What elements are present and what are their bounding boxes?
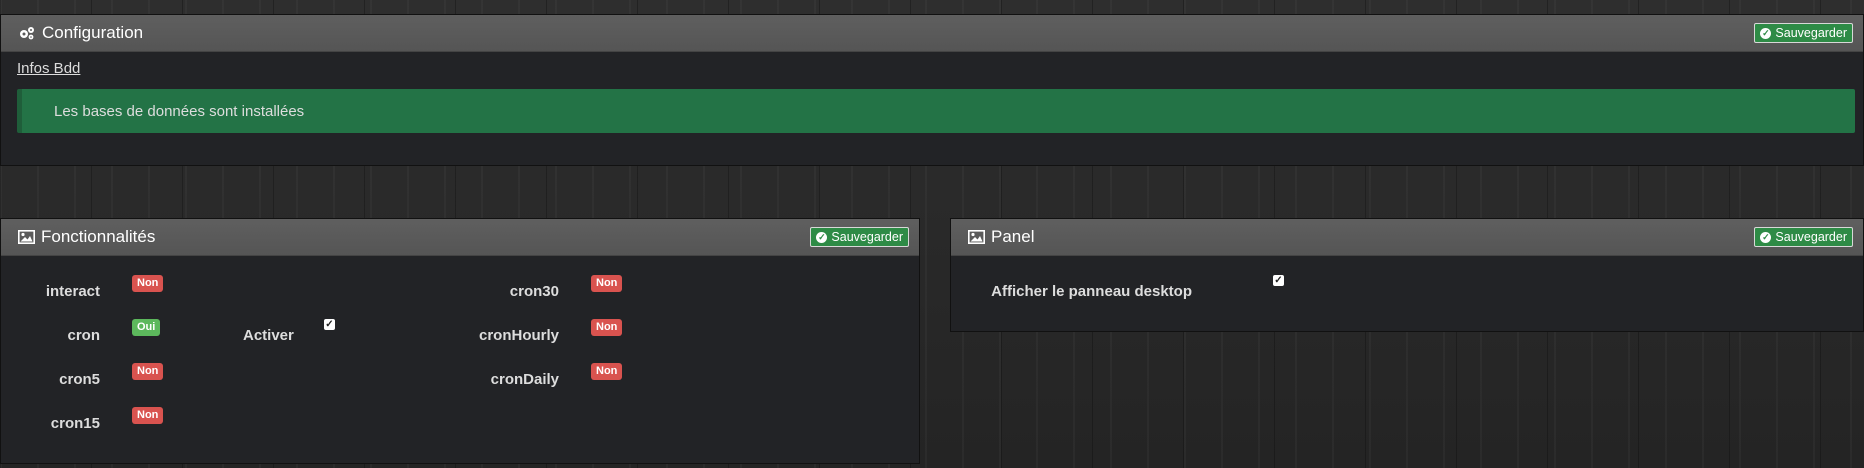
- feature-label-crondaily: cronDaily: [490, 371, 559, 388]
- feature-label-cron15: cron15: [50, 415, 100, 432]
- picture-icon: [968, 230, 985, 244]
- activate-checkbox[interactable]: ✓: [324, 319, 335, 330]
- db-installed-alert-text: Les bases de données sont installées: [54, 102, 305, 120]
- configuration-panel-heading: Configuration ✓ Sauvegarder: [1, 15, 1863, 52]
- panel-title-wrap: Panel: [968, 227, 1754, 247]
- features-panel-heading: Fonctionnalités ✓ Sauvegarder: [1, 219, 919, 256]
- db-installed-alert: Les bases de données sont installées: [17, 89, 1855, 133]
- feature-label-cron30: cron30: [509, 283, 559, 300]
- features-panel: Fonctionnalités ✓ Sauvegarder interact N…: [0, 218, 920, 464]
- infos-bdd-link[interactable]: Infos Bdd: [17, 60, 80, 77]
- feature-status-cron30: Non: [591, 275, 623, 292]
- configuration-title-wrap: Configuration: [18, 23, 1754, 43]
- feature-label-cronhourly: cronHourly: [478, 327, 559, 344]
- panel-panel-heading: Panel ✓ Sauvegarder: [951, 219, 1863, 256]
- configuration-save-button[interactable]: ✓ Sauvegarder: [1754, 23, 1853, 43]
- check-circle-icon: ✓: [1760, 231, 1772, 243]
- picture-icon: [18, 230, 35, 244]
- feature-label-cron5: cron5: [59, 371, 100, 388]
- panel-title: Panel: [991, 227, 1035, 246]
- features-title-wrap: Fonctionnalités: [18, 227, 810, 247]
- desktop-panel-label: Afficher le panneau desktop: [991, 283, 1192, 300]
- configuration-title: Configuration: [42, 23, 144, 42]
- desktop-panel-checkbox[interactable]: ✓: [1273, 275, 1284, 286]
- feature-status-cron5: Non: [132, 363, 164, 380]
- features-title: Fonctionnalités: [41, 227, 156, 246]
- feature-status-interact: Non: [132, 275, 164, 292]
- feature-status-crondaily: Non: [591, 363, 623, 380]
- check-circle-icon: ✓: [1760, 27, 1772, 39]
- check-circle-icon: ✓: [816, 231, 828, 243]
- activate-label: Activer: [243, 327, 294, 344]
- feature-status-cron: Oui: [132, 319, 161, 336]
- feature-label-cron: cron: [67, 327, 100, 344]
- feature-status-cron15: Non: [132, 407, 164, 424]
- features-save-label: Sauvegarder: [831, 230, 903, 244]
- gears-icon: [18, 25, 36, 41]
- feature-label-interact: interact: [45, 283, 100, 300]
- feature-status-cronhourly: Non: [591, 319, 623, 336]
- configuration-panel: Configuration ✓ Sauvegarder Infos Bdd Le…: [0, 14, 1864, 166]
- panel-save-label: Sauvegarder: [1775, 230, 1847, 244]
- configuration-save-label: Sauvegarder: [1775, 26, 1847, 40]
- panel-save-button[interactable]: ✓ Sauvegarder: [1754, 227, 1853, 247]
- features-save-button[interactable]: ✓ Sauvegarder: [810, 227, 909, 247]
- panel-panel: Panel ✓ Sauvegarder Afficher le panneau …: [950, 218, 1864, 332]
